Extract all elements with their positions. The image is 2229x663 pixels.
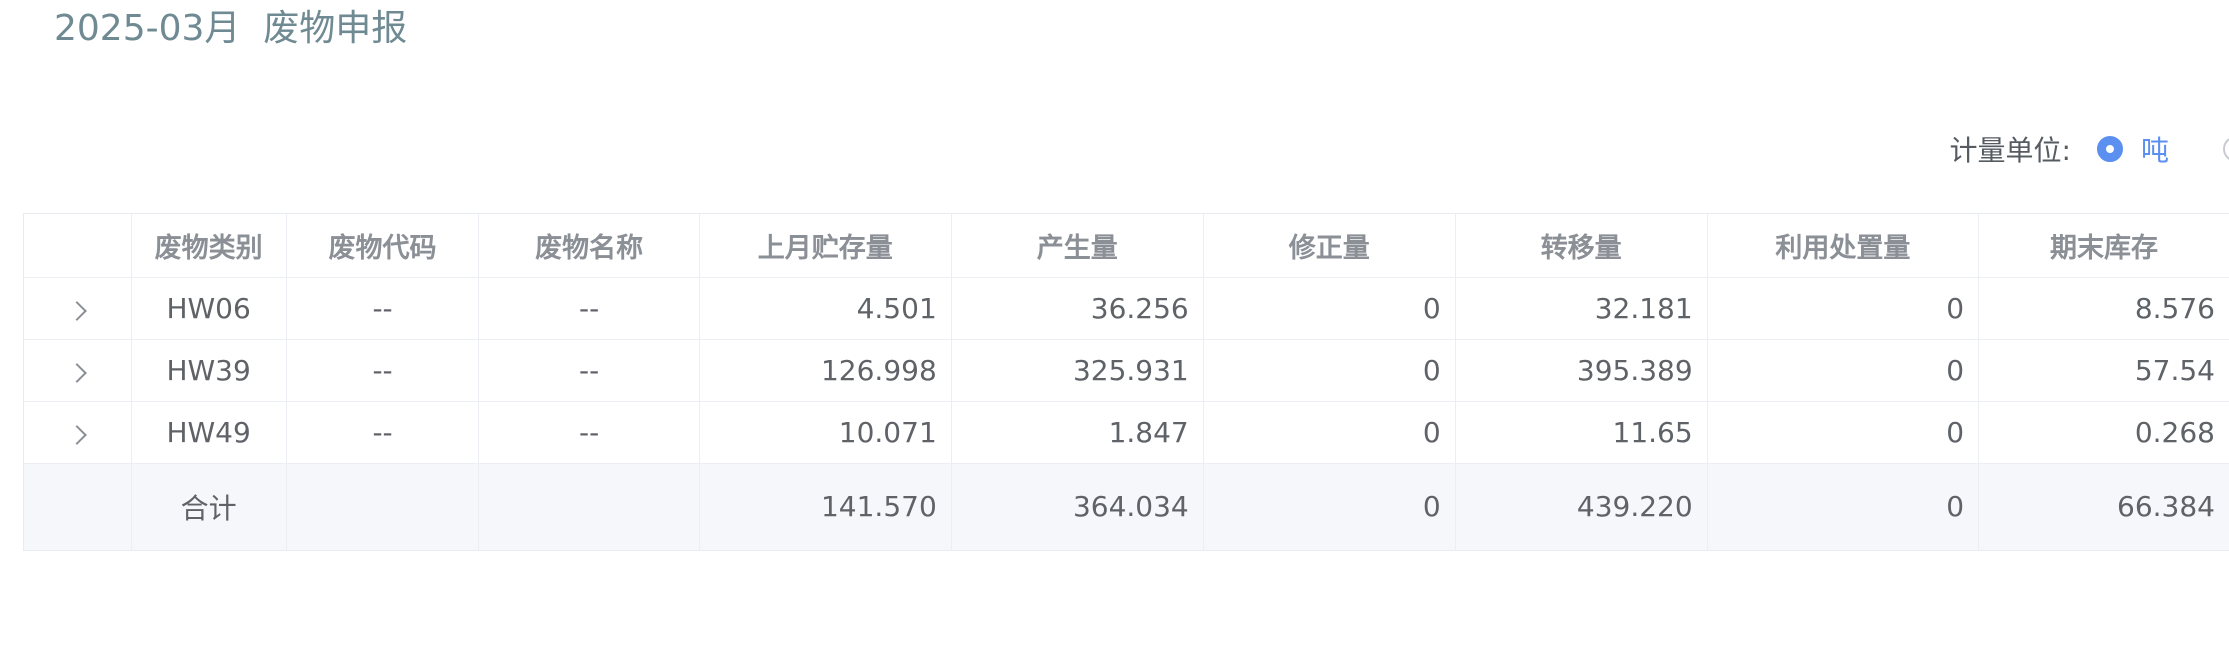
chevron-right-icon[interactable]	[67, 362, 88, 383]
expand-cell[interactable]	[24, 401, 132, 464]
total-transferred: 439.220	[1455, 463, 1708, 550]
page: 2025-03月 废物申报 计量单位: 吨 废物类别 废物代码 废物名称 上月贮…	[0, 0, 2229, 663]
col-expand	[24, 214, 132, 278]
cell-ending: 57.54	[1978, 339, 2229, 402]
total-produced: 364.034	[951, 463, 1204, 550]
col-produced: 产生量	[951, 214, 1204, 278]
col-corrected: 修正量	[1203, 214, 1456, 278]
unit-radio-ton-label: 吨	[2140, 134, 2169, 167]
cell-produced: 36.256	[951, 277, 1204, 340]
table-row: HW06 -- -- 4.501 36.256 0 32.181 0 8.576	[24, 277, 2229, 340]
cell-corrected: 0	[1203, 339, 1456, 402]
cell-produced: 325.931	[951, 339, 1204, 402]
total-disposed: 0	[1707, 463, 1980, 550]
cell-transferred: 11.65	[1455, 401, 1708, 464]
col-category: 废物类别	[131, 214, 287, 278]
unit-label: 计量单位:	[1949, 134, 2071, 167]
cell-ending: 0.268	[1978, 401, 2229, 464]
total-ending: 66.384	[1978, 463, 2229, 550]
cell-name: --	[478, 339, 700, 402]
cell-last-month: 4.501	[699, 277, 952, 340]
col-disposed: 利用处置量	[1707, 214, 1980, 278]
total-empty-cell	[478, 463, 700, 550]
total-label: 合计	[131, 463, 287, 550]
col-ending-stock: 期末库存	[1978, 214, 2229, 278]
col-code: 废物代码	[286, 214, 480, 278]
chevron-right-icon[interactable]	[67, 424, 88, 445]
cell-category: HW39	[131, 339, 287, 402]
cell-category: HW06	[131, 277, 287, 340]
cell-code: --	[286, 277, 480, 340]
unit-radio-ton[interactable]: 吨	[2096, 129, 2169, 169]
expand-cell[interactable]	[24, 339, 132, 402]
total-empty-cell	[286, 463, 480, 550]
cell-transferred: 395.389	[1455, 339, 1708, 402]
cell-name: --	[478, 277, 700, 340]
col-transferred: 转移量	[1455, 214, 1708, 278]
radio-unchecked-icon	[2223, 136, 2229, 162]
total-row: 合计 141.570 364.034 0 439.220 0 66.384	[24, 463, 2229, 550]
cell-code: --	[286, 339, 480, 402]
cell-disposed: 0	[1707, 401, 1980, 464]
unit-selector: 计量单位: 吨	[1950, 126, 2229, 172]
table-row: HW39 -- -- 126.998 325.931 0 395.389 0 5…	[24, 339, 2229, 402]
cell-last-month: 10.071	[699, 401, 952, 464]
cell-produced: 1.847	[951, 401, 1204, 464]
cell-disposed: 0	[1707, 339, 1980, 402]
cell-disposed: 0	[1707, 277, 1980, 340]
total-last-month: 141.570	[699, 463, 952, 550]
col-name: 废物名称	[478, 214, 700, 278]
table-row: HW49 -- -- 10.071 1.847 0 11.65 0 0.268	[24, 401, 2229, 464]
total-empty-cell	[24, 463, 132, 550]
unit-radio-other[interactable]	[2223, 136, 2229, 162]
expand-cell[interactable]	[24, 277, 132, 340]
cell-transferred: 32.181	[1455, 277, 1708, 340]
chevron-right-icon[interactable]	[67, 300, 88, 321]
page-title: 2025-03月 废物申报	[54, 8, 408, 49]
cell-corrected: 0	[1203, 277, 1456, 340]
cell-name: --	[478, 401, 700, 464]
total-corrected: 0	[1203, 463, 1456, 550]
cell-last-month: 126.998	[699, 339, 952, 402]
cell-ending: 8.576	[1978, 277, 2229, 340]
cell-corrected: 0	[1203, 401, 1456, 464]
cell-category: HW49	[131, 401, 287, 464]
radio-checked-icon	[2096, 136, 2123, 162]
table-header-row: 废物类别 废物代码 废物名称 上月贮存量 产生量 修正量 转移量 利用处置量 期…	[24, 214, 2229, 278]
col-last-month-storage: 上月贮存量	[699, 214, 952, 278]
waste-table: 废物类别 废物代码 废物名称 上月贮存量 产生量 修正量 转移量 利用处置量 期…	[23, 213, 2229, 551]
cell-code: --	[286, 401, 480, 464]
